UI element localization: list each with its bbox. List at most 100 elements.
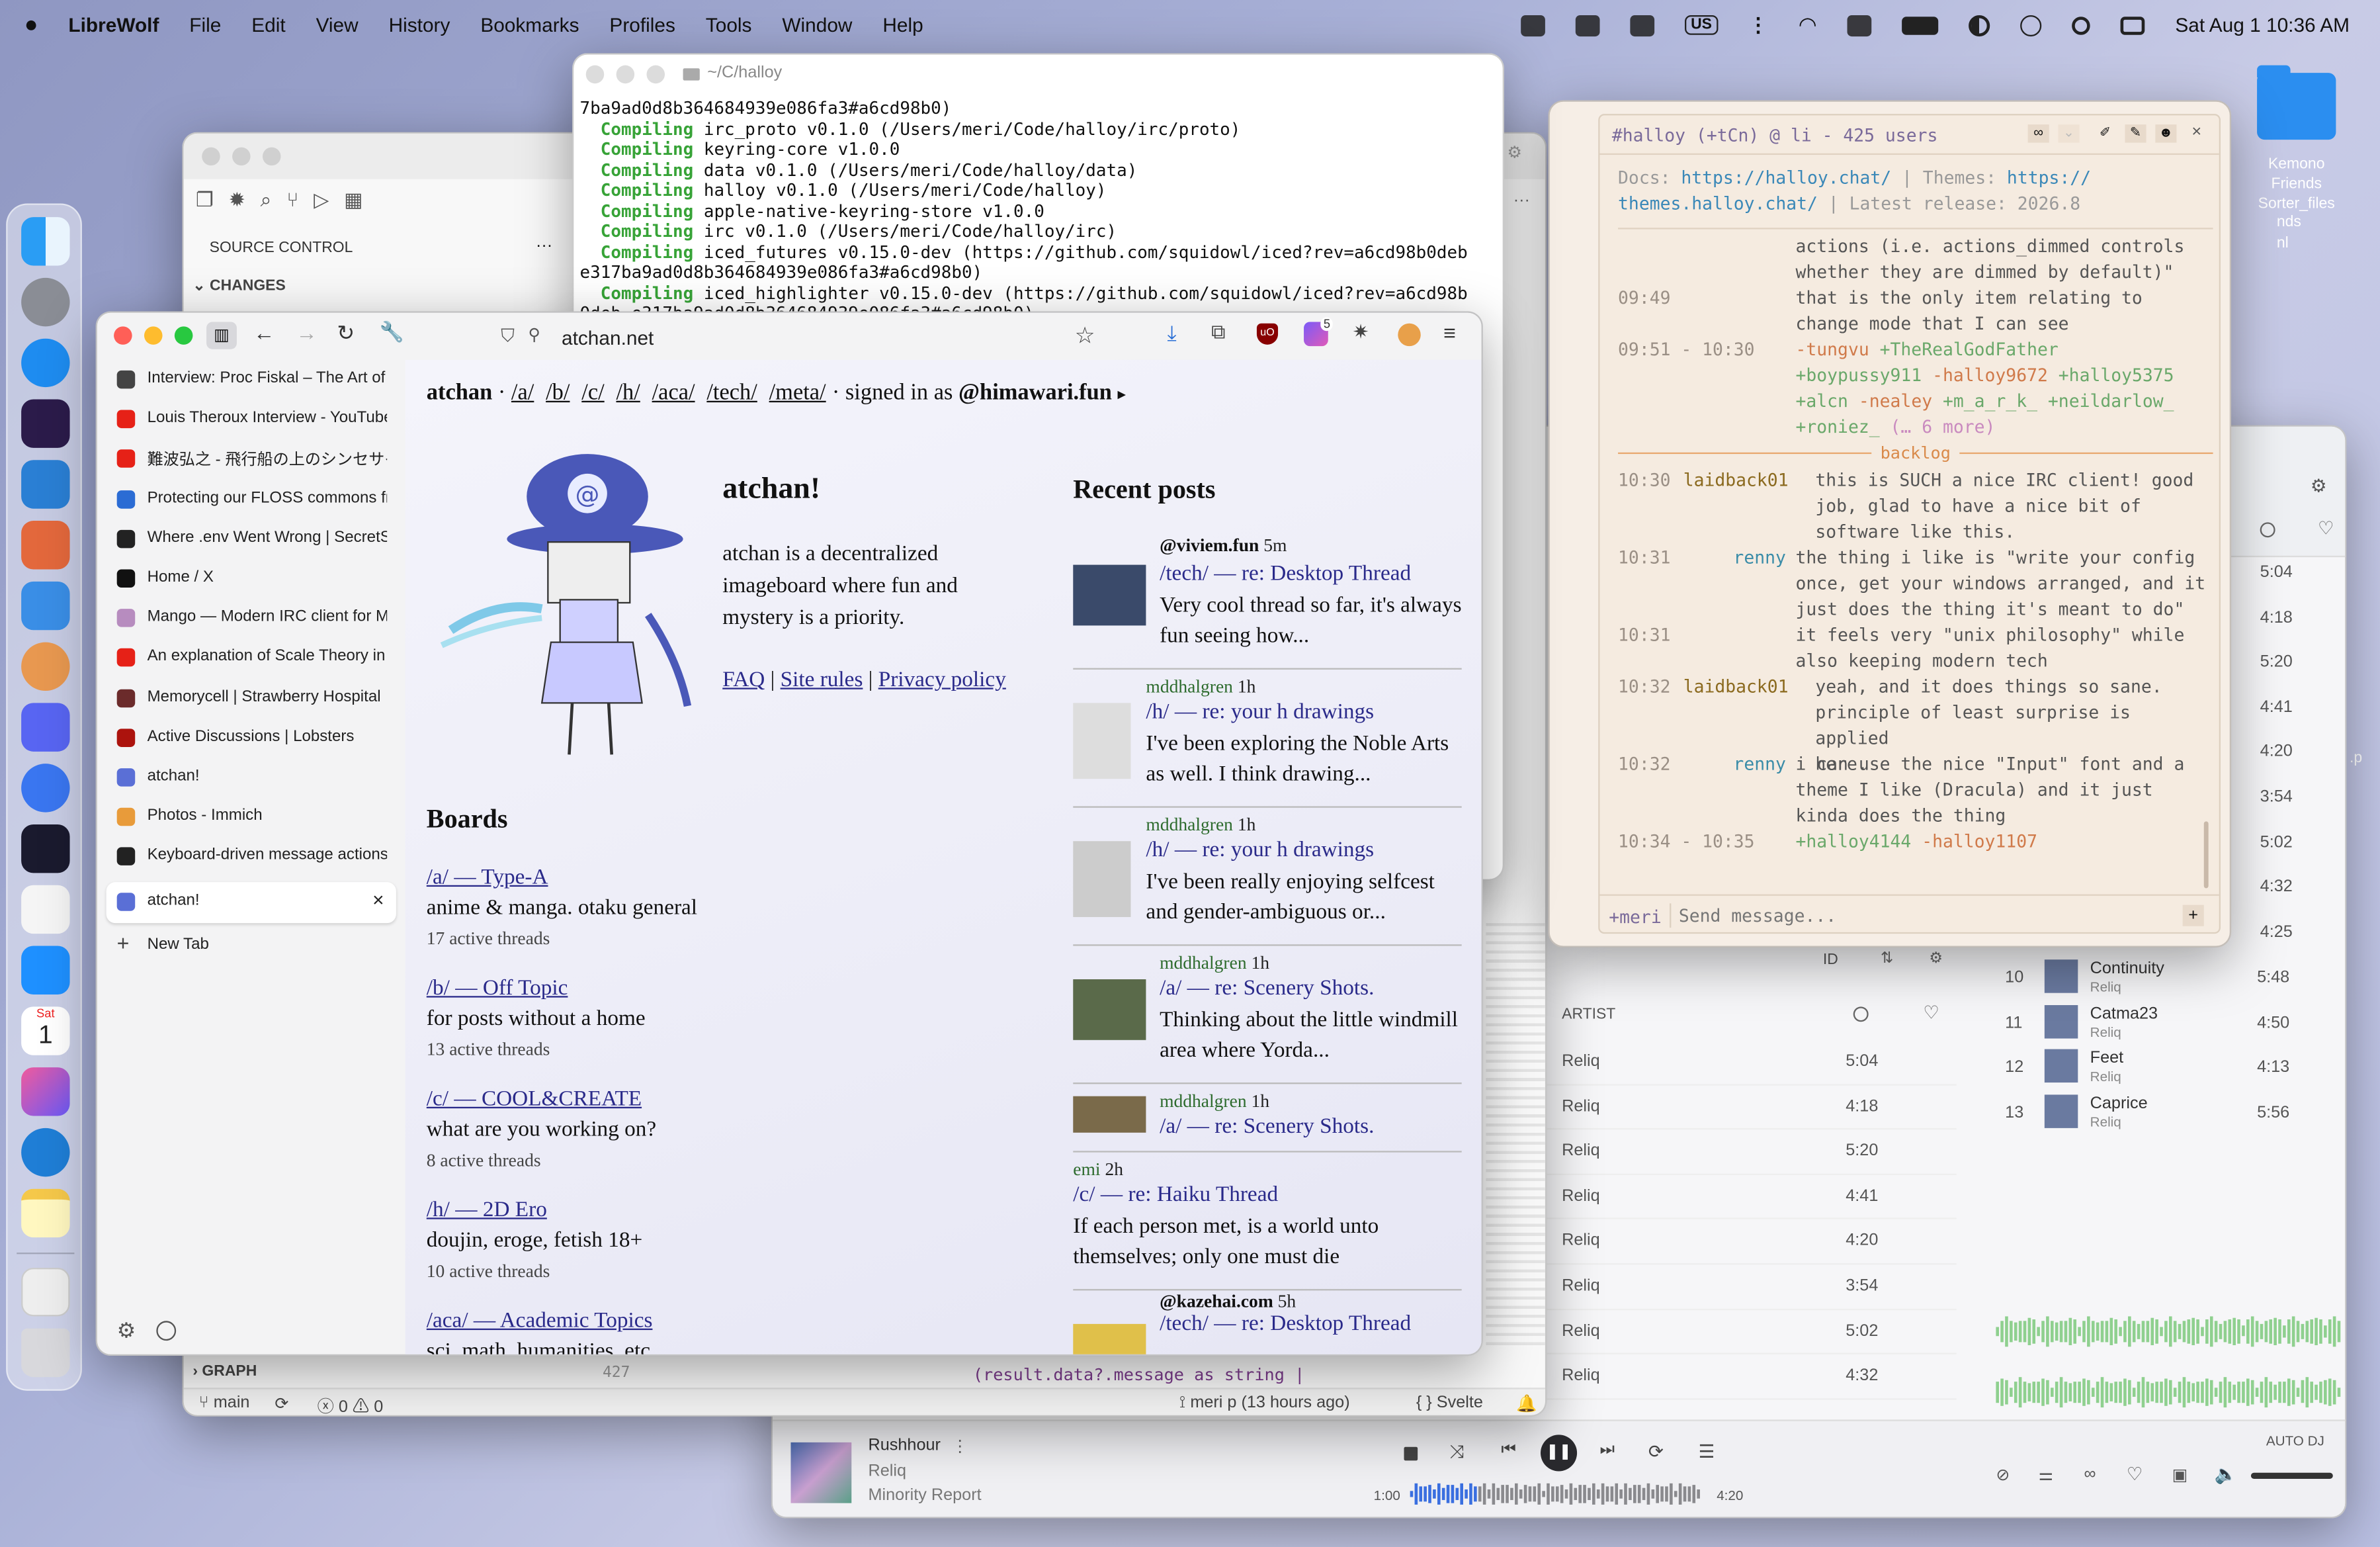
- reload-icon[interactable]: ↻: [337, 320, 355, 346]
- notes-icon[interactable]: [21, 1188, 70, 1238]
- site-name[interactable]: atchan: [427, 381, 492, 406]
- terminal-output[interactable]: 7ba9ad0d8b364684939e086fa3#a6cd98b0) Com…: [580, 99, 1500, 324]
- nav-board-link[interactable]: /meta/: [769, 381, 826, 406]
- branch-indicator[interactable]: ⑂ main: [199, 1393, 250, 1412]
- more-icon[interactable]: ···: [536, 237, 552, 255]
- recent-post[interactable]: mddhalgren 1h/h/ — re: your h drawings I'…: [1073, 808, 1462, 946]
- source-control-icon[interactable]: ⑂: [286, 189, 298, 213]
- shield-icon[interactable]: [1575, 14, 1600, 36]
- browser-tab[interactable]: Memorycell | Strawberry Hospital: [106, 678, 396, 718]
- post-thumbnail[interactable]: [1073, 564, 1146, 626]
- discord-icon[interactable]: [21, 703, 70, 752]
- shuffle-icon[interactable]: ⤨: [1449, 1441, 1464, 1464]
- board-title-link[interactable]: /a/ — Type-A: [427, 864, 1003, 893]
- forward-icon[interactable]: →: [296, 320, 317, 345]
- more-vertical-icon[interactable]: ⋮: [1748, 13, 1768, 38]
- browser-tab[interactable]: atchan! ×: [106, 883, 396, 923]
- shortcuts-icon[interactable]: [21, 1067, 70, 1116]
- browser-tab[interactable]: Photos - Immich: [106, 797, 396, 837]
- topic-link[interactable]: themes.halloy.chat/: [1618, 193, 1818, 214]
- finder-icon[interactable]: [21, 217, 70, 266]
- nav-board-link[interactable]: /c/: [581, 381, 604, 406]
- nav-board-link[interactable]: /tech/: [706, 381, 757, 406]
- tray-cloud-icon[interactable]: [1630, 14, 1655, 36]
- safari-icon[interactable]: [21, 338, 70, 388]
- lyrics-icon[interactable]: ▣: [2172, 1465, 2188, 1485]
- history-icon[interactable]: [156, 1321, 177, 1341]
- librewolf-icon[interactable]: [21, 642, 70, 691]
- clock-datetime[interactable]: Sat Aug 1 10:36 AM: [2175, 14, 2350, 36]
- pause-button[interactable]: ❚❚: [1541, 1435, 1578, 1472]
- artist-row[interactable]: Reliq 5:04: [1547, 1040, 1957, 1085]
- faq-link[interactable]: FAQ: [722, 668, 765, 693]
- more-icon[interactable]: ···: [1513, 191, 1530, 210]
- menu-app-name[interactable]: LibreWolf: [68, 14, 159, 36]
- close-icon[interactable]: ×: [2191, 123, 2201, 142]
- post-author[interactable]: @kazehai.com: [1160, 1290, 1273, 1311]
- menu-tools[interactable]: Tools: [706, 14, 752, 36]
- sliders-icon[interactable]: ⚙: [1929, 950, 1943, 967]
- post-author[interactable]: mddhalgren: [1160, 952, 1247, 973]
- seek-bar[interactable]: [1410, 1482, 1708, 1507]
- menu-history[interactable]: History: [389, 14, 450, 36]
- mail-icon[interactable]: [21, 946, 70, 995]
- sliders-icon[interactable]: ⚙: [2311, 475, 2327, 496]
- url-bar[interactable]: ⛉ ⚲ atchan.net ☆: [491, 320, 1099, 353]
- run-icon[interactable]: ▷: [314, 189, 329, 213]
- browser-tab[interactable]: Mango — Modern IRC client for Ma: [106, 598, 396, 638]
- recent-post[interactable]: @kazehai.com 5h/tech/ — re: Desktop Thre…: [1073, 1290, 1461, 1354]
- new-tab-button[interactable]: + New Tab: [106, 926, 396, 965]
- play-icon[interactable]: [2020, 14, 2042, 36]
- post-author[interactable]: emi: [1073, 1159, 1100, 1180]
- volume-icon[interactable]: 🔈: [2215, 1464, 2237, 1485]
- ublock-icon[interactable]: uO: [1256, 323, 1279, 345]
- url-text[interactable]: atchan.net: [562, 326, 654, 349]
- files-icon[interactable]: ❐: [196, 189, 214, 213]
- browser-tab[interactable]: 難波弘之 - 飛行船の上のシンセサイザ: [106, 439, 396, 479]
- track-row[interactable]: 11 Catma23 Reliq 4:50: [1996, 1000, 2345, 1045]
- stop-icon[interactable]: [1404, 1446, 1418, 1461]
- artist-row[interactable]: Reliq 3:54: [1547, 1264, 1957, 1310]
- battery-icon[interactable]: [1902, 16, 1939, 34]
- input-source-badge[interactable]: US: [1684, 15, 1719, 35]
- tag-icon[interactable]: ✎: [2125, 124, 2146, 143]
- post-author[interactable]: mddhalgren: [1146, 676, 1233, 697]
- users-icon[interactable]: ☻: [2155, 124, 2177, 143]
- track-row[interactable]: 12 Feet Reliq 4:13: [1996, 1045, 2345, 1090]
- bug-icon[interactable]: ✷: [1352, 320, 1369, 345]
- close-button[interactable]: [114, 326, 132, 345]
- minimize-button[interactable]: [144, 326, 163, 345]
- git-blame[interactable]: ⟟ meri p (13 hours ago): [1179, 1393, 1350, 1413]
- artist-row[interactable]: Reliq 4:20: [1547, 1219, 1957, 1265]
- menu-help[interactable]: Help: [882, 14, 923, 36]
- sort-icon[interactable]: ⇅: [1881, 950, 1893, 967]
- no-lyrics-icon[interactable]: ⊘: [1996, 1465, 2010, 1485]
- post-title-link[interactable]: /tech/ — re: Desktop Thread: [1160, 562, 1411, 588]
- post-title-link[interactable]: /tech/ — re: Desktop Thread: [1160, 1312, 1411, 1338]
- next-icon[interactable]: ⏭: [1600, 1441, 1615, 1461]
- bookmark-star-icon[interactable]: ☆: [1075, 322, 1095, 349]
- artist-column-header[interactable]: ARTIST: [1562, 1006, 1615, 1023]
- browser-tab[interactable]: Home / X: [106, 558, 396, 598]
- track-row[interactable]: 10 Continuity Reliq 5:48: [1996, 955, 2345, 1000]
- changes-heading[interactable]: ⌄ CHANGES: [192, 278, 285, 294]
- post-author[interactable]: @viviem.fun: [1160, 535, 1259, 556]
- terminal-icon[interactable]: [21, 824, 70, 873]
- close-tab-icon[interactable]: ×: [372, 889, 384, 911]
- artist-row[interactable]: Reliq 4:32: [1547, 1354, 1957, 1400]
- board-title-link[interactable]: /aca/ — Academic Topics: [427, 1307, 1003, 1337]
- sync-icon[interactable]: ⟳: [275, 1393, 288, 1414]
- caret-right-icon[interactable]: ▸: [1118, 386, 1126, 404]
- topic-link[interactable]: https://halloy.chat/: [1681, 167, 1891, 188]
- artist-row[interactable]: Reliq 4:18: [1547, 1085, 1957, 1130]
- app-icon[interactable]: [21, 1127, 70, 1177]
- post-thumbnail[interactable]: [1073, 841, 1131, 917]
- menu-profiles[interactable]: Profiles: [609, 14, 675, 36]
- nav-board-link[interactable]: /b/: [546, 381, 570, 406]
- add-icon[interactable]: +: [2182, 905, 2204, 926]
- back-icon[interactable]: ←: [253, 320, 275, 345]
- board-title-link[interactable]: /c/ — COOL&CREATE: [427, 1086, 1003, 1115]
- menu-view[interactable]: View: [316, 14, 359, 36]
- more-options-icon[interactable]: ⋮: [952, 1437, 968, 1456]
- board-title-link[interactable]: /h/ — 2D Ero: [427, 1196, 1003, 1225]
